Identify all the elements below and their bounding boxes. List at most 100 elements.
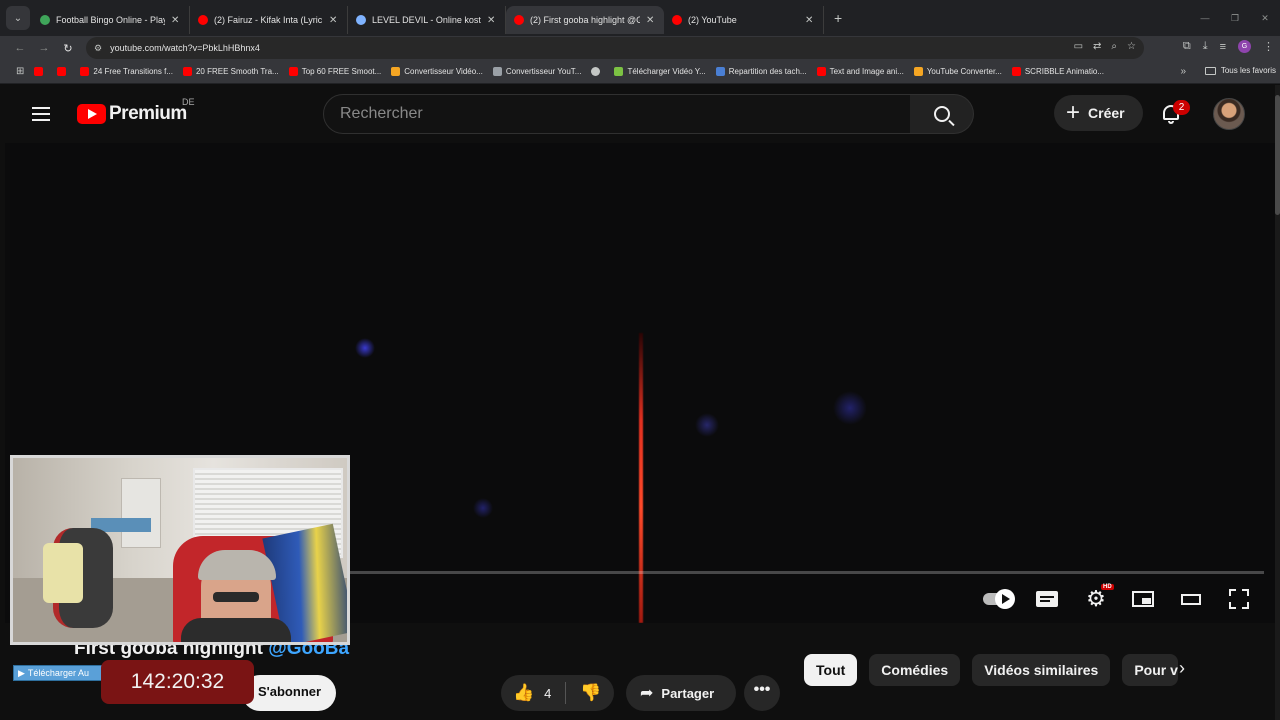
bookmarks-bar: ⊞ 24 Free Transitions f... 20 FREE Smoot…	[0, 60, 1280, 84]
browser-tab[interactable]: LEVEL DEVIL - Online kostenlos ✕	[348, 6, 506, 34]
address-bar[interactable]: ⚙ youtube.com/watch?v=PbkLhHBhnx4 ▭ ⇄ ⌕ …	[86, 37, 1144, 59]
youtube-icon	[57, 67, 67, 76]
divider	[565, 682, 567, 704]
miniplayer-button[interactable]	[1131, 588, 1155, 610]
youtube-logo[interactable]: Premium DE	[77, 97, 195, 125]
create-button[interactable]: + Créer	[1054, 95, 1143, 131]
theater-icon	[1181, 593, 1201, 605]
new-tab-button[interactable]: +	[834, 10, 842, 26]
back-icon[interactable]: ←	[8, 42, 32, 54]
extensions-icon[interactable]: ⧉	[1183, 40, 1191, 53]
media-control-icon[interactable]: ≡	[1220, 41, 1226, 53]
bookmark-item[interactable]: Text and Image ani...	[816, 67, 904, 76]
menu-icon[interactable]	[32, 107, 50, 121]
bookmark-item[interactable]	[34, 67, 47, 76]
browser-tab-active[interactable]: (2) First gooba highlight @Gooba ✕	[506, 6, 664, 34]
apps-grid-icon[interactable]: ⊞	[16, 66, 24, 77]
download-icon[interactable]: ⤓	[1203, 40, 1208, 53]
translate-icon[interactable]: ⇄	[1093, 41, 1101, 52]
chip-comedies[interactable]: Comédies	[869, 654, 961, 686]
bookmark-item[interactable]: Convertisseur Vidéo...	[391, 67, 483, 76]
close-icon[interactable]: ✕	[805, 15, 815, 26]
webcam-overlay	[10, 455, 350, 645]
youtube-icon	[34, 67, 44, 76]
browser-tab-strip: ⌄ Football Bingo Online - Play Now ✕ (2) …	[0, 0, 1280, 36]
restore-icon[interactable]: ❐	[1220, 13, 1250, 24]
autoplay-toggle[interactable]	[979, 588, 1015, 610]
bookmark-item[interactable]: 20 FREE Smooth Tra...	[182, 67, 279, 76]
bookmark-item[interactable]: Top 60 FREE Smoot...	[288, 67, 381, 76]
bookmark-item[interactable]: Télécharger Vidéo Y...	[614, 67, 706, 76]
forward-icon[interactable]: →	[32, 42, 56, 54]
search-button[interactable]	[910, 94, 974, 134]
youtube-header: Premium DE +Créer 2	[0, 85, 1280, 143]
page-scrollbar[interactable]	[1275, 85, 1280, 720]
tab-search-button[interactable]: ⌄	[6, 6, 30, 30]
close-icon[interactable]: ✕	[487, 15, 497, 26]
tab-favicon-icon	[356, 15, 366, 25]
globe-icon	[591, 67, 601, 76]
folder-icon	[1204, 66, 1216, 75]
tab-favicon-icon	[672, 15, 682, 25]
fullscreen-icon	[1229, 589, 1249, 609]
subtitles-icon	[1036, 591, 1058, 607]
search-box	[323, 94, 911, 134]
browser-tab[interactable]: (2) YouTube ✕	[664, 6, 824, 34]
settings-button[interactable]: ⚙	[1084, 586, 1108, 611]
bookmark-item[interactable]: Convertisseur YouT...	[492, 67, 581, 76]
bookmark-item[interactable]	[57, 67, 70, 76]
close-icon[interactable]: ✕	[329, 15, 339, 26]
chip-all[interactable]: Tout	[804, 654, 858, 686]
bookmark-item[interactable]	[591, 67, 604, 76]
fullscreen-button[interactable]	[1227, 588, 1251, 610]
bookmark-item[interactable]: 24 Free Transitions f...	[80, 67, 173, 76]
hd-badge: HD	[1101, 584, 1114, 590]
miniplayer-icon	[1132, 591, 1154, 607]
browser-tab[interactable]: (2) Fairuz - Kifak Inta (Lyric Video) ✕	[190, 6, 348, 34]
close-icon[interactable]: ✕	[646, 15, 656, 26]
share-button[interactable]: ➦ Partager	[626, 675, 736, 711]
recommendation-chips: Tout Comédies Vidéos similaires Pour v	[804, 654, 1179, 686]
close-icon[interactable]: ✕	[171, 15, 181, 26]
site-info-icon[interactable]: ⚙	[94, 43, 102, 54]
chip-similar-videos[interactable]: Vidéos similaires	[972, 654, 1111, 686]
zoom-icon[interactable]: ⌕	[1111, 41, 1117, 52]
profile-avatar[interactable]: G	[1238, 40, 1251, 53]
subscribe-button[interactable]: S'abonner	[242, 675, 336, 711]
tab-favicon-icon	[198, 15, 208, 25]
bookmark-item[interactable]: SCRIBBLE Animatio...	[1011, 67, 1104, 76]
tab-title: (2) First gooba highlight @Gooba	[530, 15, 640, 25]
converter-icon	[913, 67, 923, 76]
stream-timer: 142:20:32	[101, 660, 254, 704]
browser-menu-icon[interactable]: ⋮	[1263, 40, 1274, 53]
converter-icon	[391, 67, 401, 76]
bookmark-item[interactable]: YouTube Converter...	[913, 67, 1002, 76]
like-dislike-group: 👍 4 👎	[501, 675, 614, 711]
chevron-right-icon[interactable]: ›	[1170, 658, 1194, 682]
browser-tab[interactable]: Football Bingo Online - Play Now ✕	[32, 6, 190, 34]
all-bookmarks-folder[interactable]: Tous les favoris	[1204, 66, 1276, 75]
bookmark-item[interactable]: Repartition des tach...	[715, 67, 807, 76]
thumbs-down-icon[interactable]: 👎	[580, 683, 601, 703]
tab-title: Football Bingo Online - Play Now	[56, 15, 165, 25]
bookmarks-overflow-button[interactable]: »	[1180, 66, 1186, 77]
subtitles-button[interactable]	[1035, 588, 1059, 610]
download-arrow-icon	[614, 67, 624, 76]
theater-mode-button[interactable]	[1179, 588, 1203, 610]
like-count: 4	[544, 685, 552, 701]
progress-bar[interactable]	[349, 571, 1264, 574]
converter-icon	[492, 67, 502, 76]
sunglasses	[213, 592, 259, 602]
cast-icon[interactable]: ▭	[1074, 41, 1083, 52]
account-avatar[interactable]	[1213, 98, 1245, 130]
bookmark-star-icon[interactable]: ☆	[1127, 41, 1136, 52]
download-extension-button[interactable]: ▶ Télécharger Au	[13, 665, 103, 681]
chevron-down-icon: ⌄	[13, 12, 23, 24]
thumbs-up-icon[interactable]: 👍	[513, 683, 534, 703]
search-input[interactable]	[340, 105, 910, 123]
share-arrow-icon: ➦	[640, 685, 654, 702]
reload-icon[interactable]: ↻	[56, 42, 80, 55]
close-window-icon[interactable]: ✕	[1250, 13, 1280, 24]
more-actions-button[interactable]: •••	[744, 675, 780, 711]
minimize-icon[interactable]: —	[1190, 13, 1220, 23]
